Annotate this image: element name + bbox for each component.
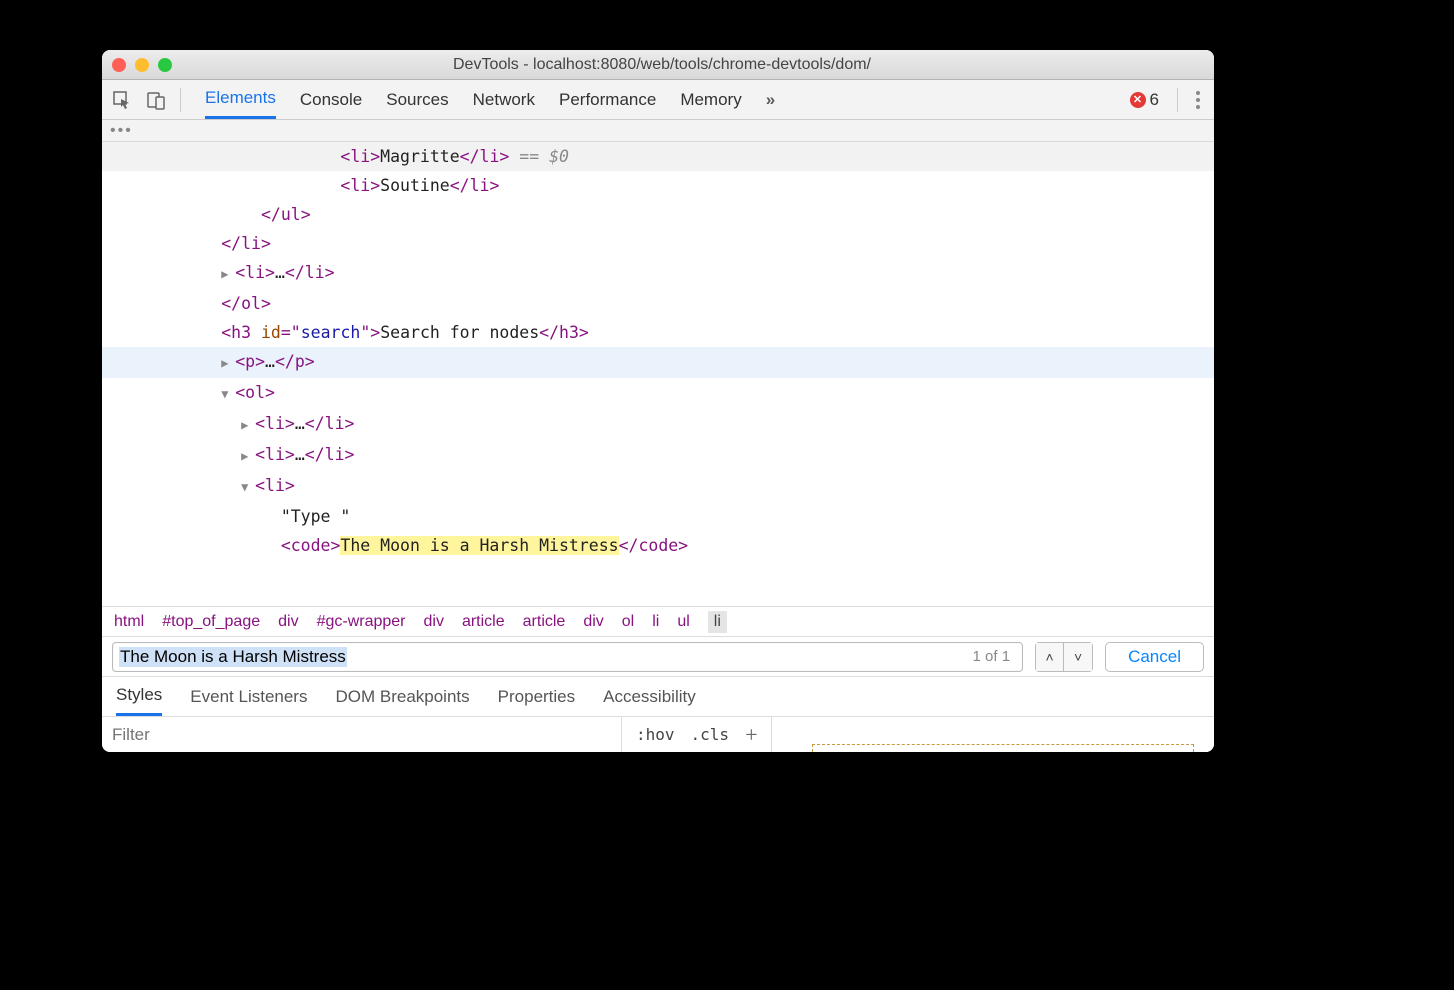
settings-menu-icon[interactable] xyxy=(1188,91,1208,109)
expand-arrow-icon[interactable]: ▶ xyxy=(241,442,253,471)
subtab-accessibility[interactable]: Accessibility xyxy=(603,687,696,707)
dom-node[interactable]: <h3 id="search">Search for nodes</h3> xyxy=(102,318,1214,347)
expand-arrow-icon[interactable]: ▶ xyxy=(241,411,253,440)
search-input-tail[interactable] xyxy=(347,647,973,667)
tabs-overflow-icon[interactable]: » xyxy=(766,80,775,119)
dom-node[interactable]: ▶<li>…</li> xyxy=(102,258,1214,289)
breadcrumb-item-current[interactable]: li xyxy=(708,611,727,633)
styles-filter xyxy=(102,717,622,752)
dom-node[interactable]: </ol> xyxy=(102,289,1214,318)
dom-node[interactable]: </li> xyxy=(102,229,1214,258)
expand-arrow-icon[interactable]: ▶ xyxy=(221,260,233,289)
cancel-button[interactable]: Cancel xyxy=(1105,642,1204,672)
breadcrumb-item[interactable]: ol xyxy=(622,613,634,631)
subtab-dom-breakpoints[interactable]: DOM Breakpoints xyxy=(335,687,469,707)
box-model-margin xyxy=(812,744,1194,752)
overflow-crumb-row: ••• xyxy=(102,120,1214,142)
error-count: 6 xyxy=(1150,90,1159,110)
tab-elements[interactable]: Elements xyxy=(205,80,276,119)
tab-memory[interactable]: Memory xyxy=(680,80,741,119)
search-input-container: The Moon is a Harsh Mistress 1 of 1 xyxy=(112,642,1023,672)
styles-buttons: :hov .cls + xyxy=(622,722,771,748)
search-next-icon[interactable]: ˅ xyxy=(1064,643,1092,671)
computed-pane xyxy=(771,717,1214,752)
dom-node-hovered[interactable]: ▶<p>…</p> xyxy=(102,347,1214,378)
window-title: DevTools - localhost:8080/web/tools/chro… xyxy=(120,56,1204,74)
separator xyxy=(1177,88,1178,112)
breadcrumb-item[interactable]: #top_of_page xyxy=(162,613,260,631)
devtools-window: DevTools - localhost:8080/web/tools/chro… xyxy=(102,50,1214,752)
dom-tree[interactable]: <li>Magritte</li> == $0 <li>Soutine</li>… xyxy=(102,142,1214,606)
dom-node[interactable]: <code>The Moon is a Harsh Mistress</code… xyxy=(102,531,1214,560)
main-toolbar: Elements Console Sources Network Perform… xyxy=(102,80,1214,120)
panel-tabs: Elements Console Sources Network Perform… xyxy=(191,80,1116,119)
breadcrumb-item[interactable]: #gc-wrapper xyxy=(317,613,406,631)
dom-node-selected[interactable]: <li>Magritte</li> == $0 xyxy=(102,142,1214,171)
hov-toggle[interactable]: :hov xyxy=(636,725,675,744)
search-prev-icon[interactable]: ˄ xyxy=(1036,643,1064,671)
titlebar: DevTools - localhost:8080/web/tools/chro… xyxy=(102,50,1214,80)
cls-toggle[interactable]: .cls xyxy=(691,725,730,744)
overflow-dots-icon[interactable]: ••• xyxy=(110,122,133,140)
breadcrumb-item[interactable]: div xyxy=(278,613,298,631)
tab-console[interactable]: Console xyxy=(300,80,362,119)
subtab-properties[interactable]: Properties xyxy=(498,687,575,707)
breadcrumb-item[interactable]: article xyxy=(462,613,505,631)
dom-breadcrumbs: html #top_of_page div #gc-wrapper div ar… xyxy=(102,606,1214,636)
breadcrumb-item[interactable]: li xyxy=(652,613,659,631)
search-input[interactable]: The Moon is a Harsh Mistress xyxy=(119,647,347,667)
tab-network[interactable]: Network xyxy=(473,80,535,119)
inspect-icon[interactable] xyxy=(108,86,136,114)
search-bar: The Moon is a Harsh Mistress 1 of 1 ˄ ˅ … xyxy=(102,636,1214,676)
breadcrumb-item[interactable]: article xyxy=(523,613,566,631)
breadcrumb-item[interactable]: html xyxy=(114,613,144,631)
dom-node[interactable]: </ul> xyxy=(102,200,1214,229)
search-count: 1 of 1 xyxy=(973,648,1011,665)
separator xyxy=(180,88,181,112)
collapse-arrow-icon[interactable]: ▼ xyxy=(221,380,233,409)
filter-input[interactable] xyxy=(102,725,621,745)
device-toggle-icon[interactable] xyxy=(142,86,170,114)
new-style-rule-icon[interactable]: + xyxy=(745,722,757,748)
search-match: The Moon is a Harsh Mistress xyxy=(340,536,618,555)
breadcrumb-item[interactable]: div xyxy=(424,613,444,631)
tab-sources[interactable]: Sources xyxy=(386,80,448,119)
styles-toolbar: :hov .cls + xyxy=(102,716,1214,752)
dom-node[interactable]: ▼<li> xyxy=(102,471,1214,502)
dom-node[interactable]: ▼<ol> xyxy=(102,378,1214,409)
subtab-styles[interactable]: Styles xyxy=(116,677,162,716)
sidebar-tabs: Styles Event Listeners DOM Breakpoints P… xyxy=(102,676,1214,716)
dom-node[interactable]: ▶<li>…</li> xyxy=(102,409,1214,440)
dom-node[interactable]: ▶<li>…</li> xyxy=(102,440,1214,471)
breadcrumb-item[interactable]: div xyxy=(583,613,603,631)
breadcrumb-item[interactable]: ul xyxy=(677,613,689,631)
dom-text[interactable]: "Type " xyxy=(102,502,1214,531)
collapse-arrow-icon[interactable]: ▼ xyxy=(241,473,253,502)
subtab-event-listeners[interactable]: Event Listeners xyxy=(190,687,307,707)
error-icon: ✕ xyxy=(1130,92,1146,108)
dom-node[interactable]: <li>Soutine</li> xyxy=(102,171,1214,200)
error-badge[interactable]: ✕ 6 xyxy=(1130,90,1159,110)
search-stepper: ˄ ˅ xyxy=(1035,642,1093,672)
expand-arrow-icon[interactable]: ▶ xyxy=(221,349,233,378)
tab-performance[interactable]: Performance xyxy=(559,80,656,119)
